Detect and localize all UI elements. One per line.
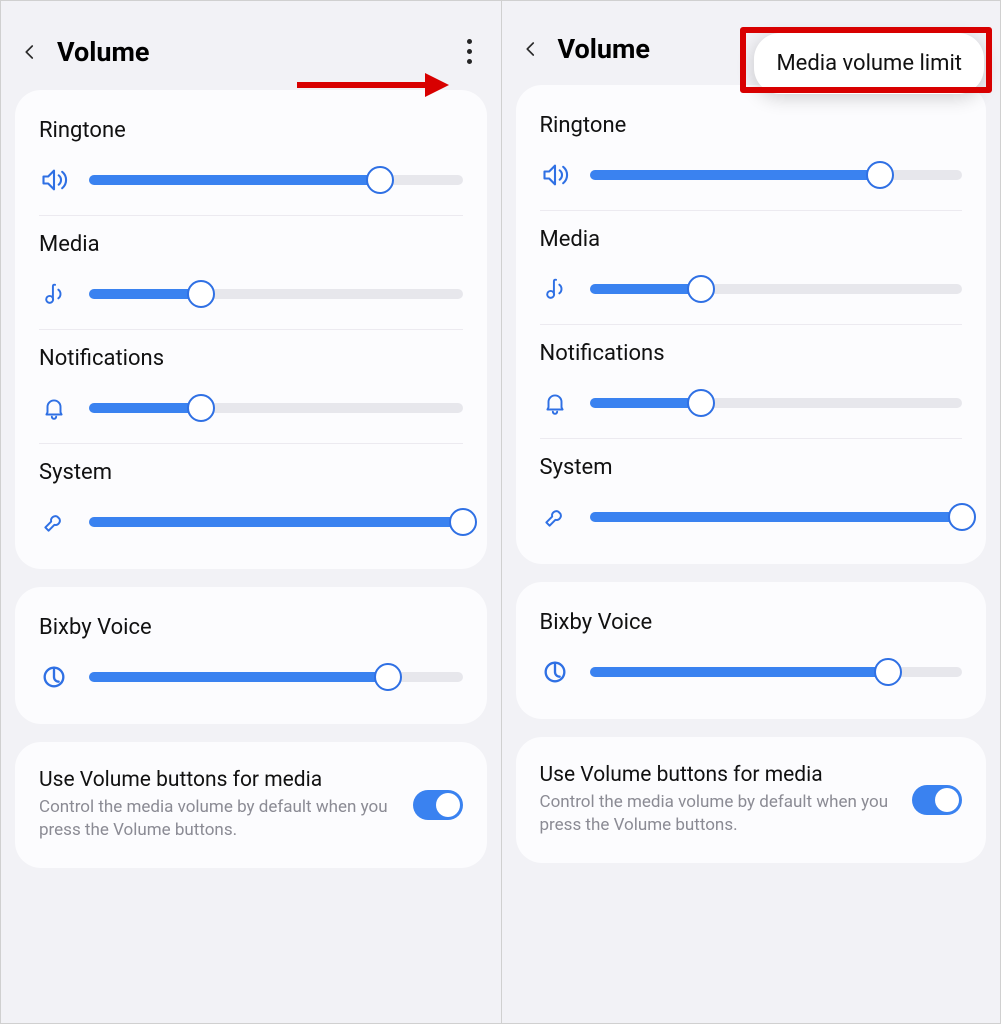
slider-ringtone: Ringtone	[39, 102, 463, 215]
page-title: Volume	[558, 33, 651, 65]
slider-bixby: Bixby Voice	[540, 594, 963, 707]
music-icon	[39, 279, 69, 309]
slider-bixby: Bixby Voice	[39, 599, 463, 712]
header: Volume	[15, 15, 487, 90]
back-icon[interactable]	[21, 38, 39, 66]
slider-system: System	[39, 443, 463, 557]
slider-notifications: Notifications	[540, 324, 963, 438]
media-buttons-title: Use Volume buttons for media	[540, 763, 897, 787]
slider-media: Media	[540, 210, 963, 324]
back-icon[interactable]	[522, 35, 540, 63]
system-slider[interactable]	[590, 512, 963, 522]
pane-left: Volume Ringtone Media	[1, 1, 501, 1023]
notifications-slider[interactable]	[89, 403, 463, 413]
wrench-icon	[39, 507, 69, 537]
music-icon	[540, 274, 570, 304]
bell-icon	[39, 393, 69, 423]
page-title: Volume	[57, 36, 150, 68]
system-slider[interactable]	[89, 517, 463, 527]
slider-notifications: Notifications	[39, 329, 463, 443]
media-buttons-toggle[interactable]	[912, 785, 962, 815]
wrench-icon	[540, 502, 570, 532]
bell-icon	[540, 388, 570, 418]
bixby-card: Bixby Voice	[15, 587, 487, 724]
media-slider[interactable]	[89, 289, 463, 299]
speaker-icon	[540, 160, 570, 190]
ringtone-slider[interactable]	[590, 170, 963, 180]
slider-media: Media	[39, 215, 463, 329]
pane-right: Volume Media volume limit Ringtone Media	[501, 1, 1001, 1023]
bixby-slider[interactable]	[89, 672, 463, 682]
menu-item-media-volume-limit[interactable]: Media volume limit	[754, 33, 984, 94]
media-buttons-card: Use Volume buttons for media Control the…	[516, 737, 987, 863]
volume-card: Ringtone Media	[516, 85, 987, 564]
notifications-slider[interactable]	[590, 398, 963, 408]
more-options-button[interactable]	[459, 33, 481, 70]
media-buttons-toggle[interactable]	[413, 790, 463, 820]
speaker-icon	[39, 165, 69, 195]
volume-card: Ringtone Media	[15, 90, 487, 569]
slider-ringtone: Ringtone	[540, 97, 963, 210]
ringtone-slider[interactable]	[89, 175, 463, 185]
bixby-icon	[39, 662, 69, 692]
bixby-icon	[540, 657, 570, 687]
media-buttons-sub: Control the media volume by default when…	[39, 796, 397, 842]
bixby-card: Bixby Voice	[516, 582, 987, 719]
slider-system: System	[540, 438, 963, 552]
media-buttons-sub: Control the media volume by default when…	[540, 791, 897, 837]
header: Volume Media volume limit	[516, 15, 987, 85]
media-buttons-card: Use Volume buttons for media Control the…	[15, 742, 487, 868]
media-slider[interactable]	[590, 284, 963, 294]
media-buttons-title: Use Volume buttons for media	[39, 768, 397, 792]
bixby-slider[interactable]	[590, 667, 963, 677]
